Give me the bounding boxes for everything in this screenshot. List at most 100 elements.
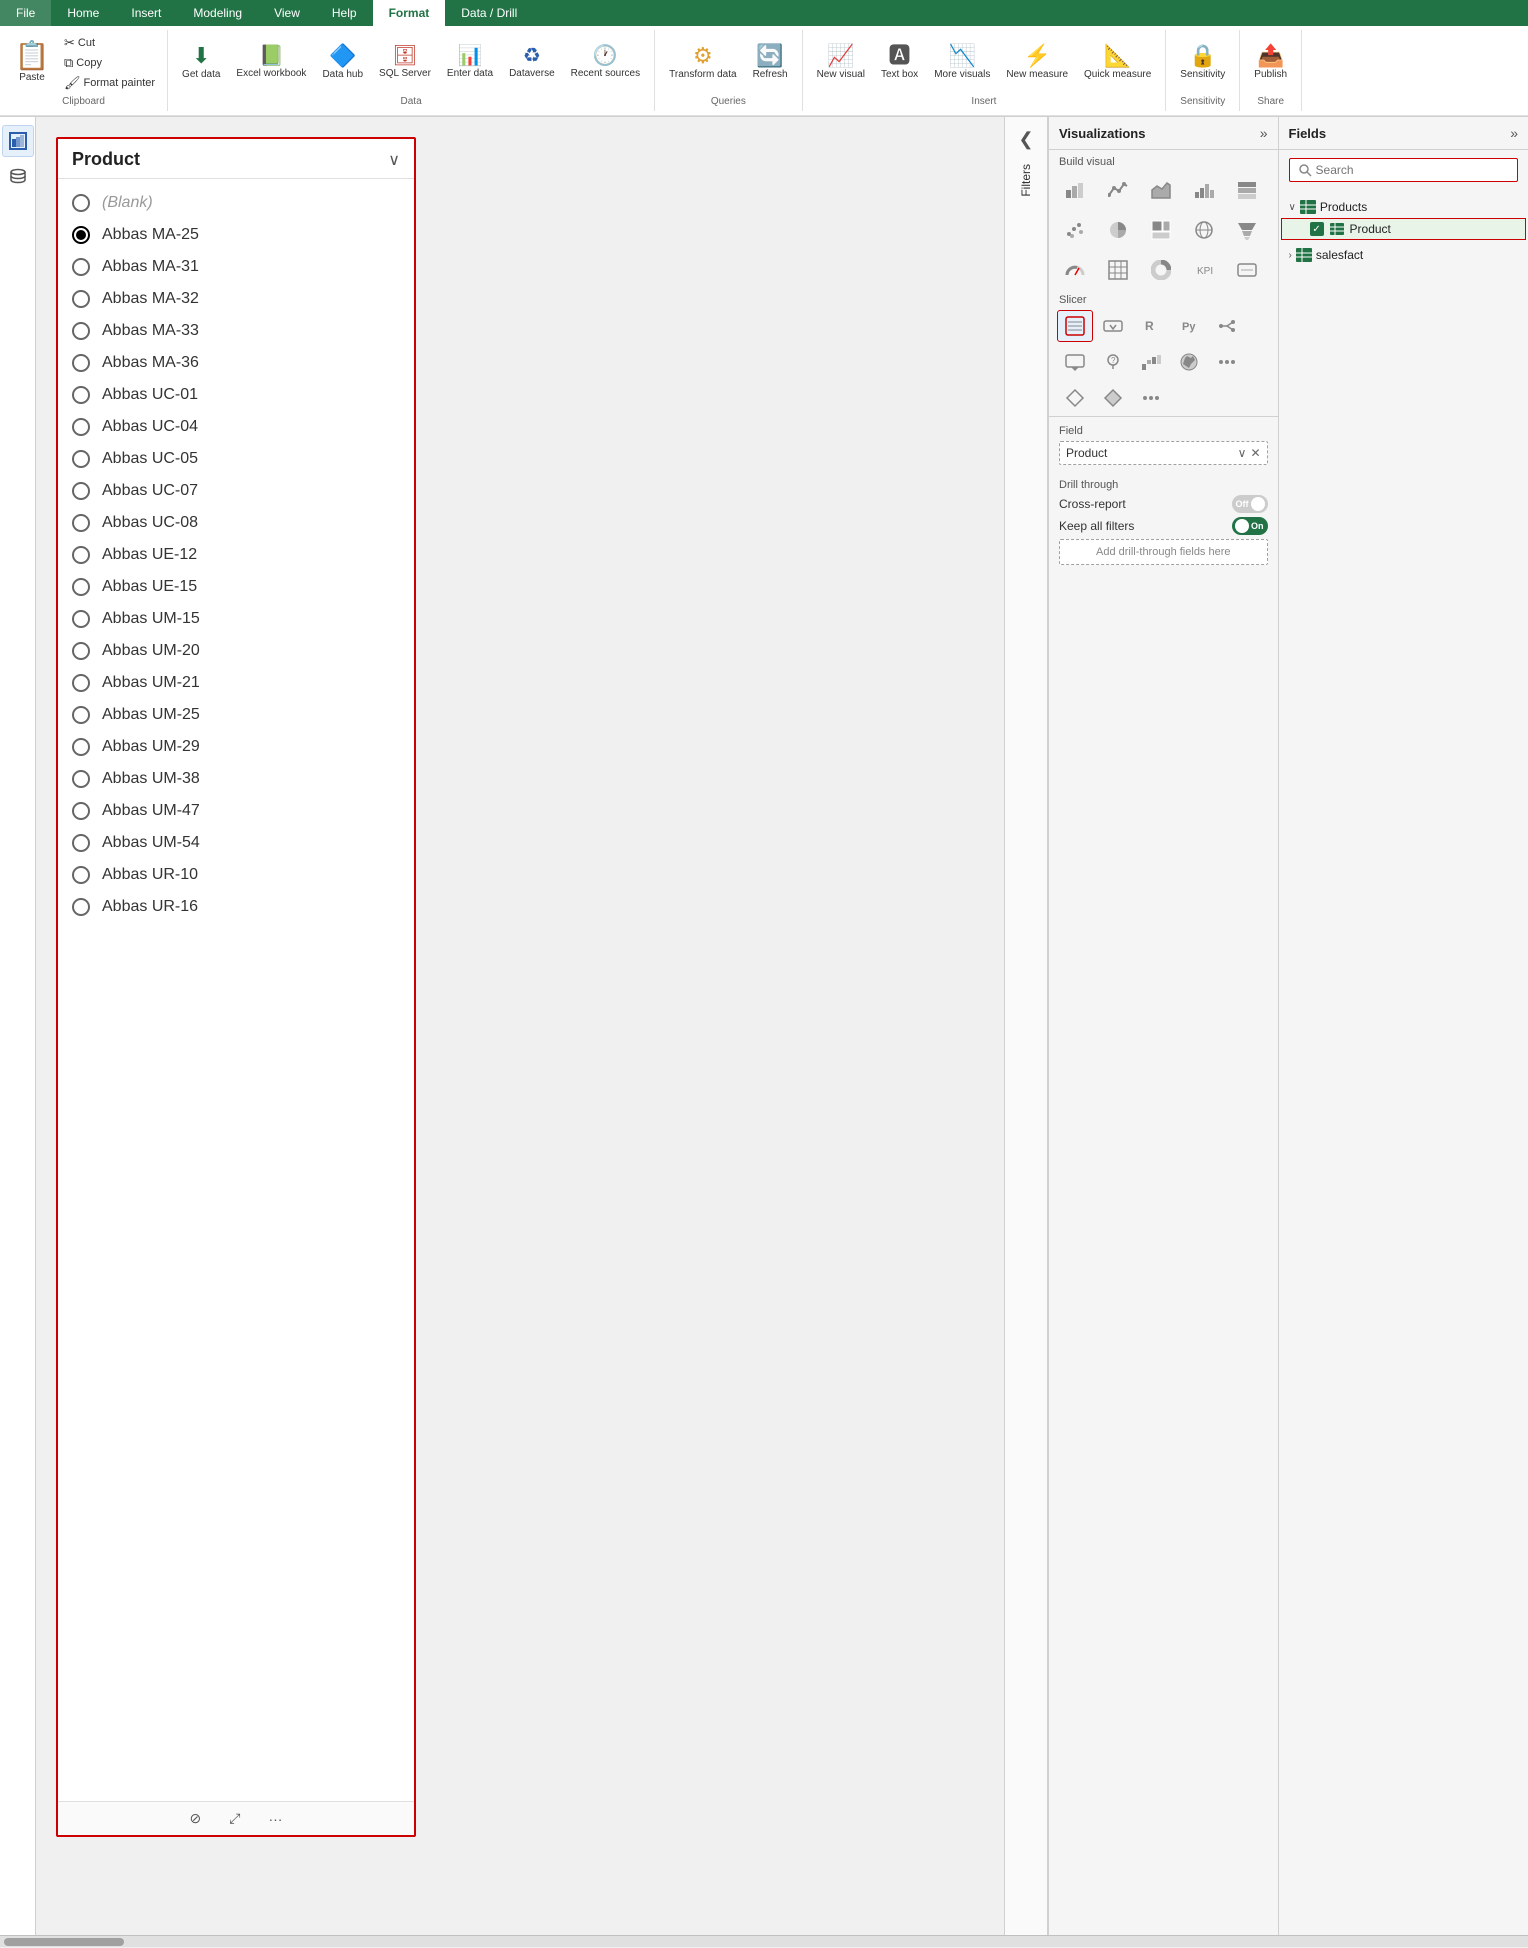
dataverse-button[interactable]: ♻ Dataverse xyxy=(503,42,561,84)
copy-button[interactable]: ⧉ Copy xyxy=(60,54,159,72)
tab-file[interactable]: File xyxy=(0,0,51,26)
viz-gauge[interactable] xyxy=(1057,254,1093,286)
slicer-list-item[interactable]: Abbas MA-36 xyxy=(58,347,414,379)
viz-ellipsis[interactable] xyxy=(1133,382,1169,414)
drillthrough-drop-area[interactable]: Add drill-through fields here xyxy=(1059,539,1268,565)
slicer-list-item[interactable]: Abbas UE-15 xyxy=(58,571,414,603)
paste-button[interactable]: 📋 Paste xyxy=(8,38,56,88)
viz-diamond1[interactable] xyxy=(1057,382,1093,414)
viz-100pct-bar[interactable] xyxy=(1229,174,1265,206)
excel-workbook-button[interactable]: 📗 Excel workbook xyxy=(230,42,312,84)
publish-button[interactable]: 📤 Publish xyxy=(1248,41,1293,85)
slicer-list-item[interactable]: Abbas UM-29 xyxy=(58,731,414,763)
bottom-scrollbar[interactable] xyxy=(0,1935,1528,1947)
sidebar-report-icon[interactable] xyxy=(2,125,34,157)
fields-panel-expand-icon[interactable]: » xyxy=(1510,125,1518,141)
slicer-list-item[interactable]: Abbas MA-33 xyxy=(58,315,414,347)
fields-search-input[interactable] xyxy=(1316,163,1509,177)
viz-r-script[interactable]: R xyxy=(1133,310,1169,342)
viz-funnel[interactable] xyxy=(1229,214,1265,246)
slicer-chevron-icon[interactable]: ∨ xyxy=(388,150,400,170)
sensitivity-button[interactable]: 🔒 Sensitivity xyxy=(1174,41,1231,85)
slicer-filter-icon[interactable]: ⊘ xyxy=(184,1808,208,1829)
slicer-list-item[interactable]: (Blank) xyxy=(58,187,414,219)
new-measure-button[interactable]: ⚡ New measure xyxy=(1000,41,1074,85)
keep-all-filters-toggle[interactable]: On xyxy=(1232,517,1268,535)
cut-button[interactable]: ✂ Cut xyxy=(60,34,159,52)
viz-slicer-dropdown[interactable] xyxy=(1095,310,1131,342)
slicer-list-item[interactable]: Abbas UM-15 xyxy=(58,603,414,635)
viz-panel-expand-icon[interactable]: » xyxy=(1260,125,1268,141)
viz-scatter[interactable] xyxy=(1057,214,1093,246)
field-dropdown[interactable]: Product ∨ ✕ xyxy=(1059,441,1268,465)
slicer-list-item[interactable]: Abbas UC-08 xyxy=(58,507,414,539)
viz-donut[interactable] xyxy=(1143,254,1179,286)
viz-diamond2[interactable] xyxy=(1095,382,1131,414)
slicer-more-icon[interactable]: ··· xyxy=(262,1809,288,1829)
tab-modeling[interactable]: Modeling xyxy=(177,0,258,26)
viz-stacked-bar[interactable] xyxy=(1057,174,1093,206)
sidebar-data-icon[interactable] xyxy=(2,161,34,193)
quick-measure-button[interactable]: 📐 Quick measure xyxy=(1078,41,1157,85)
new-visual-button[interactable]: 📈 New visual xyxy=(811,41,871,85)
viz-decomp-tree[interactable] xyxy=(1209,310,1245,342)
slicer-list-item[interactable]: Abbas UE-12 xyxy=(58,539,414,571)
slicer-list-item[interactable]: Abbas UM-21 xyxy=(58,667,414,699)
enter-data-button[interactable]: 📊 Enter data xyxy=(441,42,499,84)
slicer-list-item[interactable]: Abbas MA-25 xyxy=(58,219,414,251)
slicer-list-item[interactable]: Abbas MA-32 xyxy=(58,283,414,315)
recent-sources-button[interactable]: 🕐 Recent sources xyxy=(565,42,646,84)
tab-home[interactable]: Home xyxy=(51,0,115,26)
slicer-list-item[interactable]: Abbas UR-10 xyxy=(58,859,414,891)
slicer-list-item[interactable]: Abbas UC-01 xyxy=(58,379,414,411)
slicer-list-item[interactable]: Abbas UM-54 xyxy=(58,827,414,859)
tab-format[interactable]: Format xyxy=(373,0,446,26)
field-dropdown-chevron[interactable]: ∨ xyxy=(1238,446,1247,460)
slicer-list-item[interactable]: Abbas UM-47 xyxy=(58,795,414,827)
data-hub-button[interactable]: 🔷 Data hub xyxy=(316,41,369,85)
viz-more[interactable] xyxy=(1209,346,1245,378)
viz-filled-map[interactable] xyxy=(1171,346,1207,378)
salesfact-group-header[interactable]: › salesfact xyxy=(1279,244,1528,266)
viz-kpi[interactable]: KPI xyxy=(1186,254,1222,286)
viz-area-chart[interactable] xyxy=(1143,174,1179,206)
slicer-list-item[interactable]: Abbas UC-04 xyxy=(58,411,414,443)
sql-server-button[interactable]: 🗄 SQL Server xyxy=(373,42,437,84)
slicer-expand-icon[interactable]: ⤢ xyxy=(223,1808,246,1829)
slicer-list-item[interactable]: Abbas UR-16 xyxy=(58,891,414,923)
slicer-list-item[interactable]: Abbas UC-05 xyxy=(58,443,414,475)
tab-data-drill[interactable]: Data / Drill xyxy=(445,0,533,26)
text-box-button[interactable]: 🅰 Text box xyxy=(875,41,924,85)
cross-report-toggle[interactable]: Off xyxy=(1232,495,1268,513)
field-dropdown-clear[interactable]: ✕ xyxy=(1250,446,1260,460)
viz-clustered-bar[interactable] xyxy=(1186,174,1222,206)
tab-insert[interactable]: Insert xyxy=(115,0,177,26)
slicer-list-item[interactable]: Abbas UM-25 xyxy=(58,699,414,731)
viz-map[interactable] xyxy=(1186,214,1222,246)
viz-waterfall[interactable] xyxy=(1133,346,1169,378)
viz-python[interactable]: Py xyxy=(1171,310,1207,342)
products-group-header[interactable]: ∨ Products xyxy=(1279,196,1528,218)
slicer-list-item[interactable]: Abbas UM-38 xyxy=(58,763,414,795)
more-visuals-button[interactable]: 📉 More visuals xyxy=(928,41,996,85)
viz-treemap[interactable] xyxy=(1143,214,1179,246)
viz-table[interactable] xyxy=(1100,254,1136,286)
format-painter-button[interactable]: 🖌 Format painter xyxy=(60,74,159,92)
slicer-list-item[interactable]: Abbas MA-31 xyxy=(58,251,414,283)
viz-smart-narrative[interactable] xyxy=(1057,346,1093,378)
viz-slicer-list[interactable] xyxy=(1057,310,1093,342)
slicer-list-item[interactable]: Abbas UM-20 xyxy=(58,635,414,667)
viz-qna[interactable]: ? xyxy=(1095,346,1131,378)
refresh-button[interactable]: 🔄 Refresh xyxy=(747,41,794,85)
get-data-button[interactable]: ⬇ Get data xyxy=(176,41,226,85)
slicer-list[interactable]: (Blank)Abbas MA-25Abbas MA-31Abbas MA-32… xyxy=(58,179,414,1801)
transform-data-button[interactable]: ⚙ Transform data xyxy=(663,41,742,85)
viz-pie[interactable] xyxy=(1100,214,1136,246)
tab-help[interactable]: Help xyxy=(316,0,373,26)
filters-collapse-button[interactable]: ❮ xyxy=(1014,125,1037,154)
viz-line-chart[interactable] xyxy=(1100,174,1136,206)
scrollbar-thumb[interactable] xyxy=(4,1938,124,1946)
slicer-list-item[interactable]: Abbas UC-07 xyxy=(58,475,414,507)
product-field-item[interactable]: ✓ Product xyxy=(1281,218,1526,240)
viz-card[interactable] xyxy=(1229,254,1265,286)
